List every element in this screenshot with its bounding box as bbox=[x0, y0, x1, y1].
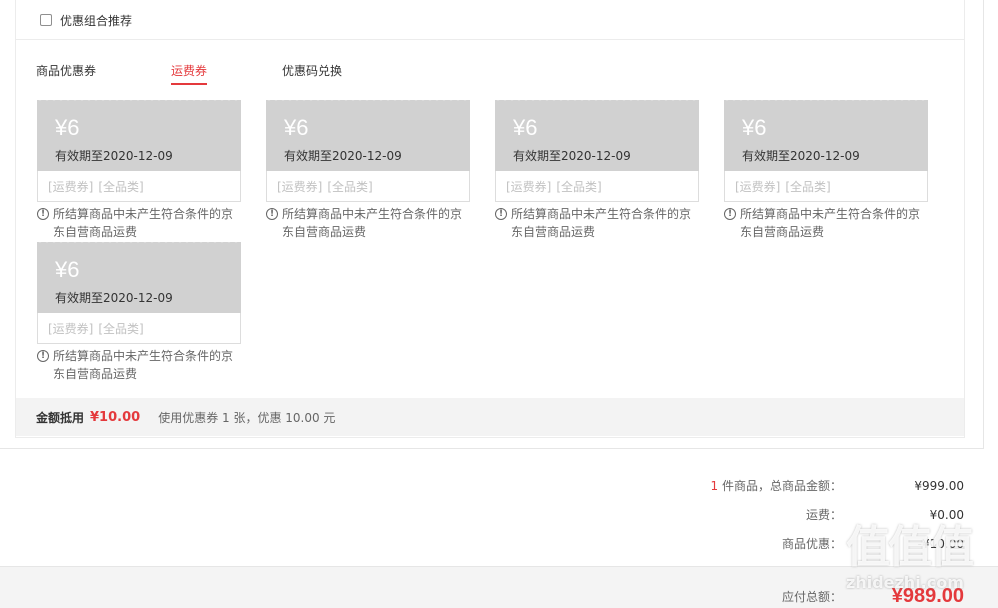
payable-row: 应付总额： ¥989.00 bbox=[782, 585, 964, 608]
payable-band: 应付总额： ¥989.00 bbox=[0, 566, 998, 608]
coupon-validity: 有效期至2020-12-09 bbox=[55, 291, 173, 305]
shipping-value: ¥0.00 bbox=[929, 507, 964, 522]
coupon-note-text: 所结算商品中未产生符合条件的京东自营商品运费 bbox=[511, 207, 692, 239]
payable-amount: ¥989.00 bbox=[891, 585, 964, 607]
coupon-scope-tag: [全品类] bbox=[556, 179, 602, 194]
coupon-validity: 有效期至2020-12-09 bbox=[513, 149, 631, 163]
coupon-header: ¥6 有效期至2020-12-09 bbox=[266, 97, 470, 171]
coupon-tags: [运费券] [全品类] bbox=[724, 171, 928, 202]
info-icon: ! bbox=[37, 350, 49, 362]
coupon-header: ¥6 有效期至2020-12-09 bbox=[37, 97, 241, 171]
coupon-header: ¥6 有效期至2020-12-09 bbox=[724, 97, 928, 171]
product-discount-value: -¥10.00 bbox=[917, 536, 964, 551]
coupon-type-tag: [运费券] bbox=[506, 179, 552, 194]
info-icon: ! bbox=[495, 208, 507, 220]
coupon-note: ! 所结算商品中未产生符合条件的京东自营商品运费 bbox=[37, 205, 241, 241]
tab-shipping-coupons[interactable]: 运费券 bbox=[171, 62, 208, 85]
discount-summary-bar: 金额抵用 ¥10.00 使用优惠券 1 张，优惠 10.00 元 bbox=[16, 398, 964, 436]
combo-recommend-row[interactable]: 优惠组合推荐 bbox=[40, 11, 132, 29]
coupon-card[interactable]: ¥6 有效期至2020-12-09 [运费券] [全品类] ! 所结算商品中未产… bbox=[724, 97, 928, 241]
coupon-panel: 优惠组合推荐 商品优惠券 运费券 优惠码兑换 ¥6 有效期至2020-12-09… bbox=[15, 0, 965, 438]
coupon-type-tag: [运费券] bbox=[48, 179, 94, 194]
coupon-scope-tag: [全品类] bbox=[785, 179, 831, 194]
goods-total-value: ¥999.00 bbox=[914, 478, 964, 493]
coupon-note-text: 所结算商品中未产生符合条件的京东自营商品运费 bbox=[282, 207, 463, 239]
coupon-validity: 有效期至2020-12-09 bbox=[284, 149, 402, 163]
page-right-border bbox=[983, 0, 984, 448]
info-icon: ! bbox=[266, 208, 278, 220]
product-discount-row: 商品优惠： -¥10.00 bbox=[664, 529, 964, 558]
coupon-tags: [运费券] [全品类] bbox=[37, 171, 241, 202]
coupon-amount: ¥6 bbox=[284, 115, 309, 140]
coupon-scope-tag: [全品类] bbox=[98, 321, 144, 336]
coupon-type-tag: [运费券] bbox=[48, 321, 94, 336]
info-icon: ! bbox=[724, 208, 736, 220]
coupon-amount: ¥6 bbox=[55, 257, 80, 282]
coupon-card[interactable]: ¥6 有效期至2020-12-09 [运费券] [全品类] ! 所结算商品中未产… bbox=[266, 97, 470, 241]
combo-label: 优惠组合推荐 bbox=[60, 13, 133, 28]
discount-amount: ¥10.00 bbox=[90, 409, 141, 425]
combo-checkbox[interactable] bbox=[40, 14, 52, 26]
coupon-note-text: 所结算商品中未产生符合条件的京东自营商品运费 bbox=[740, 207, 921, 239]
coupon-note-text: 所结算商品中未产生符合条件的京东自营商品运费 bbox=[53, 207, 234, 239]
payable-label: 应付总额： bbox=[781, 590, 842, 604]
coupon-note: ! 所结算商品中未产生符合条件的京东自营商品运费 bbox=[724, 205, 928, 241]
coupon-header: ¥6 有效期至2020-12-09 bbox=[37, 239, 241, 313]
product-discount-label: 商品优惠： bbox=[781, 537, 842, 551]
coupon-type-tag: [运费券] bbox=[735, 179, 781, 194]
coupon-card[interactable]: ¥6 有效期至2020-12-09 [运费券] [全品类] ! 所结算商品中未产… bbox=[37, 239, 241, 383]
coupon-note: ! 所结算商品中未产生符合条件的京东自营商品运费 bbox=[266, 205, 470, 241]
goods-total-text: 件商品，总商品金额： bbox=[721, 479, 842, 493]
coupon-note-text: 所结算商品中未产生符合条件的京东自营商品运费 bbox=[53, 349, 234, 381]
goods-total-row: 1 件商品，总商品金额： ¥999.00 bbox=[664, 471, 964, 500]
coupon-scope-tag: [全品类] bbox=[98, 179, 144, 194]
coupon-amount: ¥6 bbox=[742, 115, 767, 140]
coupon-header: ¥6 有效期至2020-12-09 bbox=[495, 97, 699, 171]
coupon-amount: ¥6 bbox=[55, 115, 80, 140]
order-totals: 1 件商品，总商品金额： ¥999.00 运费： ¥0.00 商品优惠： -¥1… bbox=[664, 471, 964, 558]
coupon-type-tag: [运费券] bbox=[277, 179, 323, 194]
item-count: 1 bbox=[710, 479, 719, 493]
coupon-scope-tag: [全品类] bbox=[327, 179, 373, 194]
tab-promo-code[interactable]: 优惠码兑换 bbox=[282, 62, 342, 83]
divider bbox=[16, 39, 964, 40]
discount-label: 金额抵用 bbox=[36, 410, 85, 425]
coupon-validity: 有效期至2020-12-09 bbox=[742, 149, 860, 163]
coupon-card[interactable]: ¥6 有效期至2020-12-09 [运费券] [全品类] ! 所结算商品中未产… bbox=[37, 97, 241, 241]
coupon-amount: ¥6 bbox=[513, 115, 538, 140]
discount-description: 使用优惠券 1 张，优惠 10.00 元 bbox=[158, 410, 336, 425]
coupon-card[interactable]: ¥6 有效期至2020-12-09 [运费券] [全品类] ! 所结算商品中未产… bbox=[495, 97, 699, 241]
shipping-row: 运费： ¥0.00 bbox=[664, 500, 964, 529]
coupon-tags: [运费券] [全品类] bbox=[266, 171, 470, 202]
goods-total-label: 1 件商品，总商品金额： bbox=[711, 477, 842, 494]
section-divider bbox=[0, 448, 984, 449]
tab-product-coupons[interactable]: 商品优惠券 bbox=[36, 62, 96, 83]
coupon-tags: [运费券] [全品类] bbox=[495, 171, 699, 202]
coupon-note: ! 所结算商品中未产生符合条件的京东自营商品运费 bbox=[495, 205, 699, 241]
shipping-label: 运费： bbox=[805, 508, 842, 522]
coupon-validity: 有效期至2020-12-09 bbox=[55, 149, 173, 163]
coupon-note: ! 所结算商品中未产生符合条件的京东自营商品运费 bbox=[37, 347, 241, 383]
coupon-tags: [运费券] [全品类] bbox=[37, 313, 241, 344]
info-icon: ! bbox=[37, 208, 49, 220]
